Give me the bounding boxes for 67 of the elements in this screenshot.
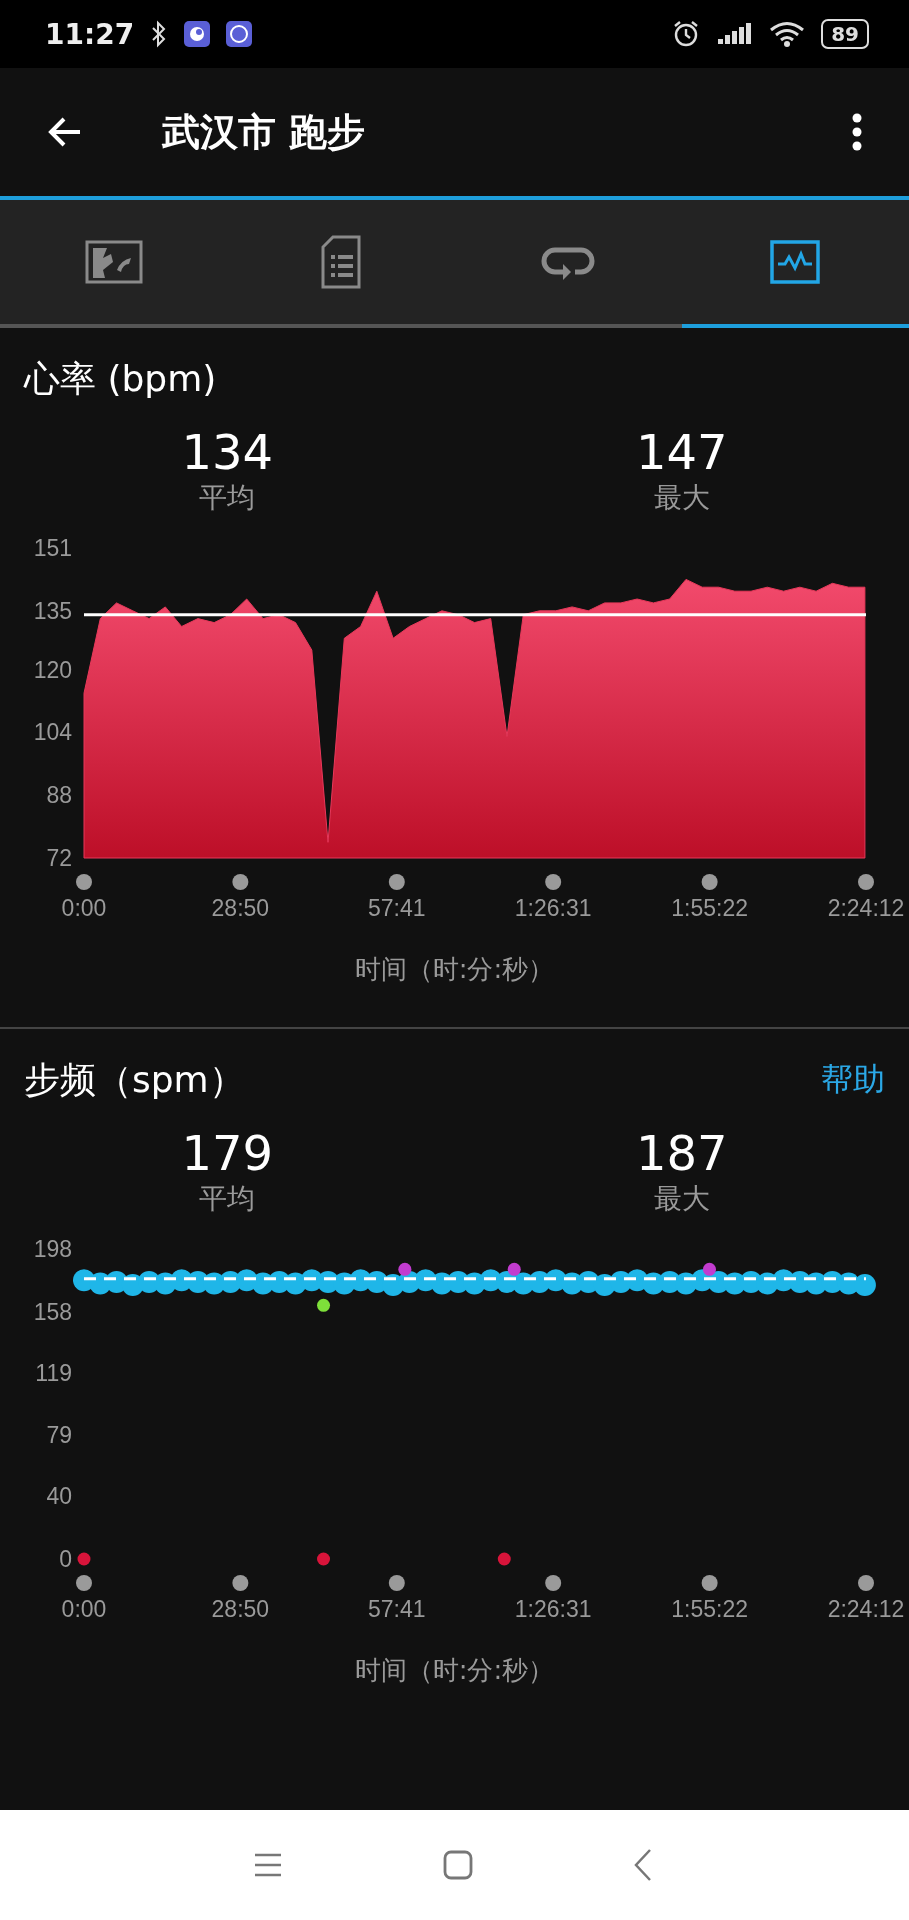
app-icon: [226, 21, 253, 47]
app-icon: [184, 21, 211, 47]
axis-label: 151: [33, 535, 72, 561]
stat-label: 平均: [199, 480, 256, 516]
axis-label: 28:50: [211, 895, 270, 921]
tick-marker: [76, 1575, 92, 1591]
page-title: 武汉市 跑步: [162, 108, 366, 156]
axis-label: 57:41: [368, 1596, 426, 1622]
menu-icon[interactable]: [253, 1852, 283, 1878]
axis-label: 0: [59, 1546, 72, 1572]
axis-label: 198: [33, 1236, 72, 1262]
tick-marker: [388, 1575, 405, 1591]
data-point: [317, 1552, 330, 1566]
axis-label: 2:24:12: [827, 895, 905, 921]
clock: 11:27: [45, 17, 135, 51]
axis-title: 时间（时:分:秒）: [353, 953, 556, 986]
data-point: [77, 1552, 91, 1566]
axis-label: 79: [46, 1422, 72, 1449]
axis-label: 88: [46, 782, 72, 809]
tick-marker: [545, 1575, 562, 1591]
axis-label: 57:41: [368, 895, 426, 921]
document-icon: [320, 235, 361, 289]
stat-value: 134: [181, 424, 274, 480]
axis-label: 158: [33, 1298, 72, 1325]
stat-value: 147: [635, 424, 728, 480]
axis-label: 135: [33, 597, 72, 624]
axis-label: 1:26:31: [514, 895, 592, 921]
axis-label: 0:00: [61, 1596, 107, 1622]
stat-label: 平均: [199, 1181, 256, 1217]
data-point: [853, 1274, 876, 1296]
tick-marker: [76, 874, 92, 890]
map-icon: [84, 240, 143, 284]
axis-label: 1:55:22: [671, 895, 748, 921]
home-icon[interactable]: [443, 1850, 473, 1880]
section-title: 心率 (bpm): [24, 356, 218, 401]
axis-label: 119: [35, 1359, 72, 1386]
data-point: [497, 1552, 511, 1566]
axis-title: 时间（时:分:秒）: [353, 1654, 556, 1687]
help-link[interactable]: 帮助: [821, 1058, 885, 1102]
axis-label: 72: [46, 845, 72, 871]
axis-label: 28:50: [211, 1596, 270, 1622]
stat-value: 187: [635, 1125, 728, 1181]
data-point: [317, 1298, 330, 1312]
tick-marker: [701, 874, 718, 890]
stat-label: 最大: [653, 480, 710, 516]
stat-label: 最大: [653, 1181, 710, 1217]
axis-label: 120: [33, 656, 72, 683]
tick-marker: [232, 874, 249, 890]
axis-label: 40: [46, 1483, 72, 1510]
section-title: 步频（spm）: [24, 1057, 246, 1102]
wifi-icon: [769, 20, 806, 48]
axis-label: 1:26:31: [514, 1596, 592, 1622]
axis-label: 1:55:22: [671, 1596, 748, 1622]
tick-marker: [388, 874, 405, 890]
signal-icon: [717, 21, 754, 47]
axis-label: 2:24:12: [827, 1596, 905, 1622]
tick-marker: [858, 874, 874, 890]
axis-label: 0:00: [61, 895, 107, 921]
axis-label: 104: [33, 719, 72, 746]
tick-marker: [232, 1575, 249, 1591]
more-icon[interactable]: [851, 112, 863, 152]
tick-marker: [701, 1575, 718, 1591]
tick-marker: [545, 874, 562, 890]
chart-icon: [770, 240, 821, 284]
battery-level: 89: [821, 19, 869, 49]
tick-marker: [858, 1575, 874, 1591]
stat-value: 179: [181, 1125, 274, 1181]
